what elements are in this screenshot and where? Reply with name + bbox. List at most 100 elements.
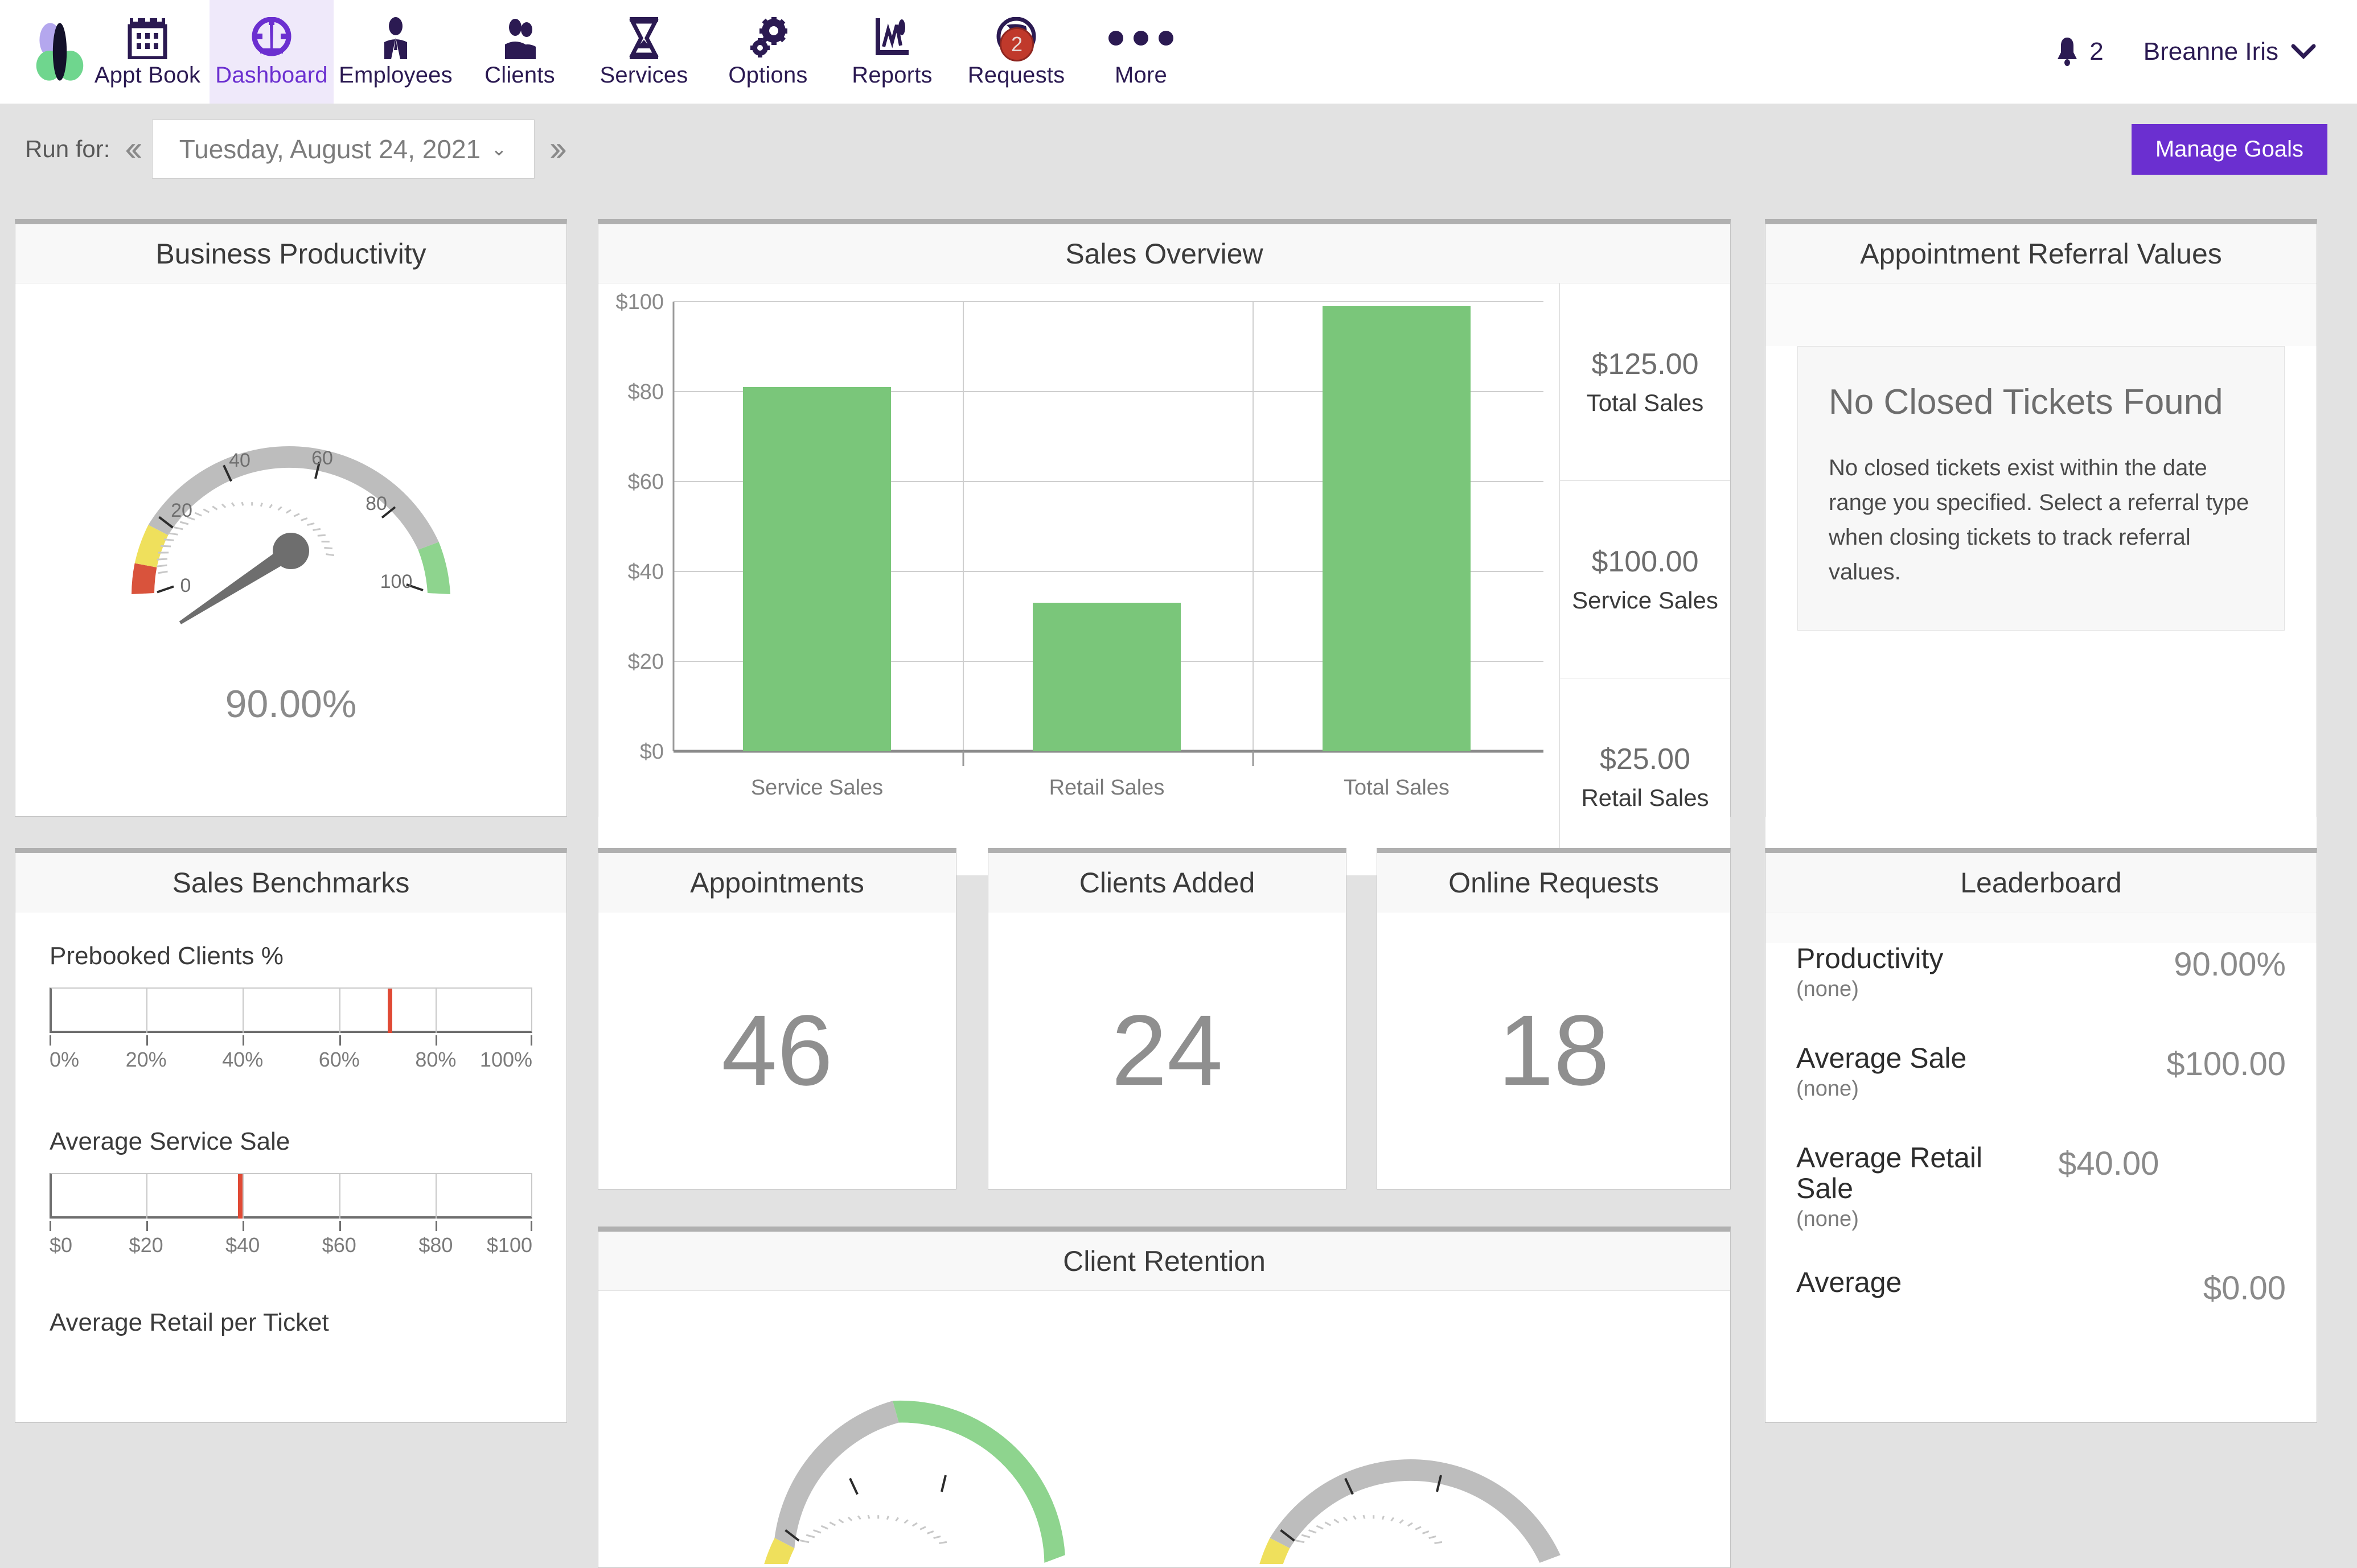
nav-item-more[interactable]: More — [1078, 0, 1204, 104]
leaderboard-metric-owner: (none) — [1796, 977, 2162, 1002]
hourglass-icon — [627, 17, 660, 59]
retention-gauges — [598, 1291, 1730, 1564]
benchmark-tick: $40 — [225, 1233, 260, 1257]
nav-item-options[interactable]: Options — [706, 0, 830, 104]
ellipsis-icon — [1108, 17, 1173, 59]
date-toolbar: Run for: ‹‹ Tuesday, August 24, 2021 ⌄ ›… — [0, 104, 2357, 195]
benchmark-tick: $0 — [50, 1233, 72, 1257]
benchmark-tick: 80% — [415, 1048, 456, 1072]
panel-body: 46 — [598, 912, 956, 1188]
benchmark-divider — [243, 987, 244, 1033]
panel-header: Online Requests — [1377, 853, 1730, 912]
benchmark-label: Average Service Sale — [50, 1127, 532, 1156]
requests-badge: 2 — [1000, 27, 1034, 61]
nav-item-appt-book[interactable]: Appt Book — [85, 0, 210, 104]
leaderboard-metric-value: $100.00 — [2166, 1043, 2286, 1083]
online-requests-kpi-panel: Online Requests 18 — [1377, 848, 1731, 1190]
benchmark-tick: $100 — [487, 1233, 532, 1257]
clients-icon — [502, 17, 538, 59]
ytick-80: $80 — [628, 380, 664, 404]
nav-item-requests[interactable]: 2 Requests — [954, 0, 1078, 104]
kpi-value: 24 — [1111, 1001, 1223, 1101]
client-retention-panel: Client Retention — [598, 1227, 1731, 1568]
next-date-button[interactable]: ›› — [549, 131, 561, 167]
sales-total-label: Service Sales — [1572, 587, 1718, 614]
nav-item-reports[interactable]: Reports — [830, 0, 954, 104]
leaderboard-metric-owner: (none) — [1796, 1077, 2155, 1101]
benchmark-tick-labels: 0% 20% 40% 60% 80% 100% — [50, 1048, 532, 1082]
svg-text:60: 60 — [311, 447, 333, 469]
sales-bar-chart: $100 $80 $60 $40 $20 $0 — [598, 283, 1559, 875]
appointment-referral-values-panel: Appointment Referral Values No Closed Ti… — [1765, 219, 2317, 817]
panel-title: Business Productivity — [155, 237, 426, 270]
benchmark-marker — [388, 989, 392, 1033]
benchmark-tick: 100% — [480, 1048, 532, 1072]
brand-logo[interactable] — [0, 0, 85, 104]
sales-total-cell: $125.00 Total Sales — [1560, 283, 1730, 481]
sales-benchmarks-panel: Sales Benchmarks Prebooked Clients % 0% … — [15, 848, 567, 1423]
benchmark-item: Prebooked Clients % 0% 20% 40% 60% 80% 1… — [15, 912, 566, 1082]
xtick-total-sales: Total Sales — [1344, 776, 1449, 800]
nav-item-services[interactable]: Services — [582, 0, 706, 104]
top-navigation-bar: Appt Book Dashboard — [0, 0, 2357, 104]
benchmark-track — [50, 987, 532, 1033]
user-name-label: Breanne Iris — [2144, 38, 2278, 66]
globe-icon: 2 — [995, 17, 1037, 59]
benchmark-track — [50, 1173, 532, 1219]
nav-item-clients[interactable]: Clients — [458, 0, 582, 104]
benchmark-tick: $20 — [129, 1233, 163, 1257]
panel-title: Clients Added — [1079, 866, 1255, 899]
bar-total-sales — [1323, 306, 1471, 751]
leaderboard-metric-value: $0.00 — [2203, 1267, 2286, 1307]
notifications-button[interactable]: 2 — [2054, 36, 2103, 67]
sales-total-value: $125.00 — [1592, 347, 1699, 381]
benchmark-tick: $80 — [418, 1233, 453, 1257]
leaderboard-row: Average $0.00 — [1765, 1267, 2317, 1307]
employee-icon — [379, 17, 413, 59]
empty-state-text: No closed tickets exist within the date … — [1829, 451, 2253, 589]
date-value: Tuesday, August 24, 2021 — [179, 134, 481, 164]
manage-goals-button[interactable]: Manage Goals — [2132, 124, 2327, 175]
nav-items: Appt Book Dashboard — [85, 0, 1204, 104]
benchmark-label: Average Retail per Ticket — [50, 1308, 532, 1337]
xtick-service-sales: Service Sales — [751, 776, 883, 800]
panel-title: Appointments — [690, 866, 864, 899]
panel-body: Prebooked Clients % 0% 20% 40% 60% 80% 1… — [15, 912, 566, 1422]
benchmark-scale — [50, 1173, 532, 1228]
leaderboard-metric-owner: (none) — [1796, 1207, 2047, 1232]
svg-text:100: 100 — [380, 571, 413, 592]
benchmark-divider — [339, 987, 340, 1033]
panel-header: Sales Benchmarks — [15, 853, 566, 912]
date-picker[interactable]: Tuesday, August 24, 2021 ⌄ — [152, 120, 535, 179]
benchmark-scale — [50, 987, 532, 1042]
kpi-value: 46 — [721, 1001, 833, 1101]
leaderboard-row: Productivity (none) 90.00% — [1765, 943, 2317, 1002]
svg-text:40: 40 — [229, 450, 251, 471]
nav-item-label: Requests — [968, 64, 1065, 87]
sales-total-label: Total Sales — [1587, 389, 1703, 417]
nav-item-label: Clients — [484, 64, 555, 87]
ytick-60: $60 — [628, 470, 664, 494]
panel-header: Appointments — [598, 853, 956, 912]
sales-totals-list: $125.00 Total Sales $100.00 Service Sale… — [1559, 283, 1730, 875]
panel-header: Appointment Referral Values — [1765, 224, 2317, 283]
panel-header: Clients Added — [988, 853, 1346, 912]
benchmark-divider — [436, 987, 437, 1033]
benchmark-divider — [146, 987, 147, 1033]
benchmark-tick: $60 — [322, 1233, 356, 1257]
nav-item-employees[interactable]: Employees — [334, 0, 458, 104]
bar-retail-sales — [1033, 603, 1181, 751]
benchmark-marker — [238, 1174, 243, 1219]
kpi-value: 18 — [1498, 1001, 1609, 1101]
leaderboard-panel: Leaderboard Productivity (none) 90.00% A… — [1765, 848, 2317, 1423]
nav-item-dashboard[interactable]: Dashboard — [210, 0, 334, 104]
prev-date-button[interactable]: ‹‹ — [125, 131, 137, 167]
nav-item-label: Appt Book — [95, 64, 200, 87]
nav-item-label: Employees — [339, 64, 453, 87]
xtick-retail-sales: Retail Sales — [1049, 776, 1165, 800]
panel-title: Appointment Referral Values — [1860, 237, 2222, 270]
bar-service-sales — [743, 387, 891, 751]
ytick-40: $40 — [628, 560, 664, 584]
user-menu[interactable]: Breanne Iris — [2144, 38, 2316, 66]
productivity-value: 90.00% — [15, 682, 566, 726]
